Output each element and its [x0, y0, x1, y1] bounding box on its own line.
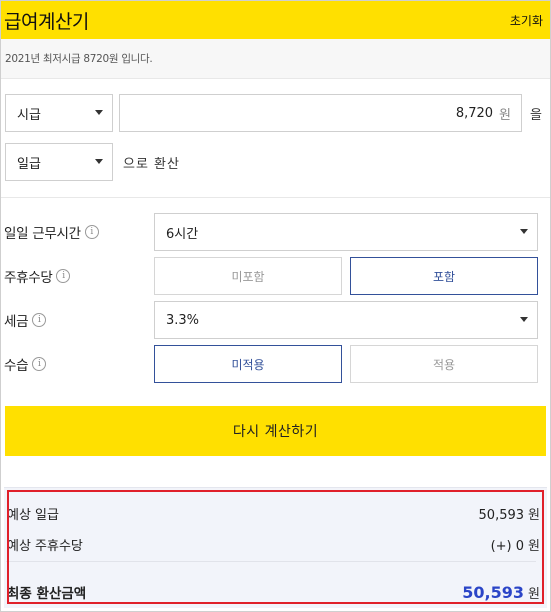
conversion-section: 시급 8,720 원 을 일급 으로 환산	[1, 79, 550, 198]
amount-input[interactable]: 8,720 원	[119, 94, 522, 132]
caret-down-icon	[520, 229, 528, 234]
allowance-excluded-button[interactable]: 미포함	[154, 257, 342, 295]
daily-hours-value: 6시간	[166, 226, 199, 242]
probation-row: 수습 i 미적용 적용	[1, 345, 550, 383]
tax-label-text: 세금	[4, 314, 29, 330]
options-section: 일일 근무시간 i 6시간 주휴수당 i 미포함 포함 세금 i 3.3% 수습…	[1, 198, 550, 383]
daily-hours-label: 일일 근무시간 i	[1, 222, 154, 242]
amount-value: 8,720	[455, 105, 494, 121]
daily-hours-label-text: 일일 근무시간	[4, 226, 81, 242]
weekly-allowance-label: 주휴수당 i	[1, 266, 154, 286]
info-circle-icon[interactable]: i	[56, 269, 71, 283]
page-title: 급여계산기	[4, 10, 89, 33]
tax-select[interactable]: 3.3%	[154, 301, 538, 339]
weekly-allowance-row: 주휴수당 i 미포함 포함	[1, 257, 550, 295]
weekly-allowance-label-text: 주휴수당	[4, 270, 53, 286]
conversion-row-from: 시급 8,720 원 을	[1, 94, 550, 132]
to-period-value: 일급	[17, 156, 41, 172]
probation-toggle: 미적용 적용	[154, 345, 538, 383]
minimum-wage-notice: 2021년 최저시급 8720원 입니다.	[1, 39, 550, 79]
to-suffix: 으로 환산	[123, 156, 180, 172]
allowance-included-button[interactable]: 포함	[350, 257, 538, 295]
info-circle-icon[interactable]: i	[32, 313, 47, 327]
info-circle-icon[interactable]: i	[84, 225, 99, 239]
conversion-row-to: 일급 으로 환산	[1, 143, 550, 181]
caret-down-icon	[95, 110, 103, 115]
from-suffix: 을	[530, 107, 542, 123]
probation-label-text: 수습	[4, 358, 29, 374]
probation-label: 수습 i	[1, 354, 154, 374]
daily-hours-row: 일일 근무시간 i 6시간	[1, 213, 550, 251]
result-highlight-box	[7, 490, 544, 604]
weekly-allowance-toggle: 미포함 포함	[154, 257, 538, 295]
info-circle-icon[interactable]: i	[32, 357, 47, 371]
tax-value: 3.3%	[166, 312, 200, 328]
from-period-value: 시급	[17, 107, 41, 123]
recalculate-button[interactable]: 다시 계산하기	[5, 406, 546, 456]
daily-hours-select[interactable]: 6시간	[154, 213, 538, 251]
amount-unit: 원	[499, 107, 511, 123]
tax-label: 세금 i	[1, 310, 154, 330]
from-period-select[interactable]: 시급	[5, 94, 113, 132]
reset-button[interactable]: 초기화	[510, 12, 543, 29]
salary-calculator: 급여계산기 초기화 2021년 최저시급 8720원 입니다. 시급 8,720…	[0, 0, 551, 612]
header-bar: 급여계산기 초기화	[1, 1, 550, 39]
probation-not-applied-button[interactable]: 미적용	[154, 345, 342, 383]
tax-row: 세금 i 3.3%	[1, 301, 550, 339]
caret-down-icon	[520, 317, 528, 322]
caret-down-icon	[95, 159, 103, 164]
to-period-select[interactable]: 일급	[5, 143, 113, 181]
probation-applied-button[interactable]: 적용	[350, 345, 538, 383]
